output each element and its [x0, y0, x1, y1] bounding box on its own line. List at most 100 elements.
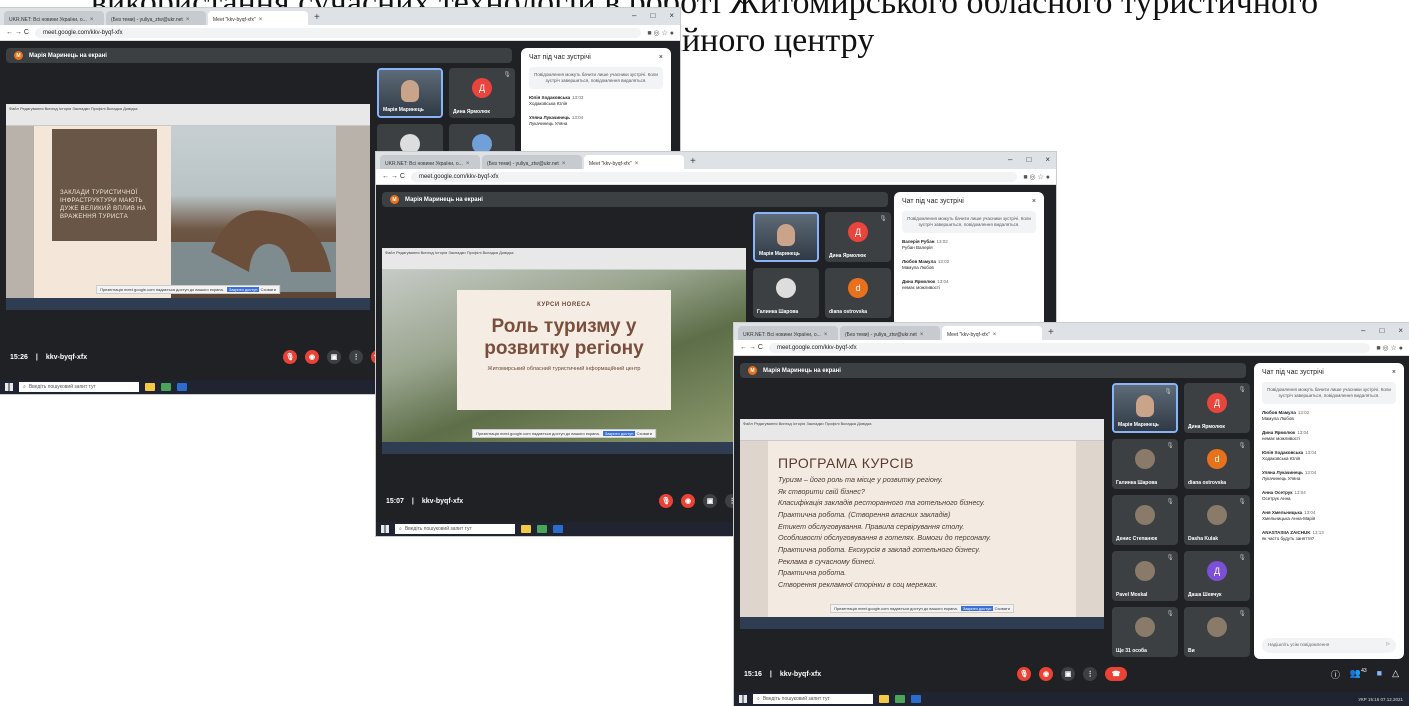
close-icon[interactable]: × — [993, 332, 997, 338]
taskbar-search[interactable]: ⌕ Введіть пошуковий запит тут — [19, 382, 139, 392]
participant-tile[interactable]: Марія Маринець — [377, 68, 443, 118]
hide-button[interactable]: Сховати — [637, 431, 652, 436]
participant-tile[interactable]: 🎙 Ще 31 особа — [1112, 607, 1178, 657]
tab-mail[interactable]: (Без теми) - yuliya_ztw@ukr.net × — [106, 11, 206, 25]
close-icon[interactable]: × — [635, 161, 639, 167]
close-icon[interactable]: × — [920, 332, 924, 338]
tab-mail[interactable]: (Без теми) - yuliya_ztw@ukr.net × — [840, 326, 940, 340]
url-field[interactable]: meet.google.com/kkv-byqf-xfx — [410, 171, 1018, 182]
close-icon[interactable]: × — [90, 17, 94, 23]
present-button[interactable]: ▣ — [703, 494, 718, 508]
camera-off-button[interactable]: ◉ — [1039, 667, 1054, 681]
close-icon[interactable]: × — [259, 17, 263, 23]
minimize-icon[interactable]: – — [1361, 326, 1365, 335]
participant-tile[interactable]: 🎙 Pavel Moskal — [1112, 551, 1178, 601]
stop-sharing-button[interactable]: Закрити доступ — [226, 287, 260, 292]
chrome-icon[interactable] — [895, 695, 905, 703]
camera-off-button[interactable]: ◉ — [681, 494, 696, 508]
mic-off-button[interactable]: 🎙 — [1017, 667, 1032, 681]
taskbar-search[interactable]: ⌕ Введіть пошуковий запит тут — [395, 524, 515, 534]
tab-ukrnet[interactable]: UKR.NET: Всі новини України, о... × — [4, 11, 104, 25]
extensions-icons[interactable]: ■ ◎ ☆ ● — [647, 29, 674, 37]
chrome-icon[interactable] — [537, 525, 547, 533]
windows-start-icon[interactable] — [739, 695, 747, 703]
minimize-icon[interactable]: – — [1008, 155, 1012, 164]
file-explorer-icon[interactable] — [879, 695, 889, 703]
present-button[interactable]: ▣ — [1061, 667, 1076, 681]
close-window-icon[interactable]: × — [669, 11, 674, 20]
nav-arrows-icon[interactable]: ← → C — [740, 344, 763, 351]
participant-name: Ви — [1188, 648, 1195, 654]
present-button[interactable]: ▣ — [327, 350, 342, 364]
close-icon[interactable]: × — [186, 17, 190, 23]
stop-sharing-button[interactable]: Закрити доступ — [960, 606, 994, 611]
taskbar-search-placeholder: Введіть пошуковий запит тут — [762, 696, 830, 702]
participant-tile[interactable]: Д 🎙 Даша Шевчук — [1184, 551, 1250, 601]
participant-tile[interactable]: Галинка Шарова — [753, 268, 819, 318]
participant-tile[interactable]: 🎙 Dasha Kulak — [1184, 495, 1250, 545]
tab-mail[interactable]: (Без теми) - yuliya_ztw@ukr.net × — [482, 155, 582, 169]
stop-sharing-button[interactable]: Закрити доступ — [602, 431, 636, 436]
extensions-icons[interactable]: ■ ◎ ☆ ● — [1023, 173, 1050, 181]
close-icon[interactable]: × — [466, 161, 470, 167]
people-icon[interactable]: 👥43 — [1350, 668, 1367, 681]
hide-button[interactable]: Сховати — [995, 606, 1010, 611]
tab-meet[interactable]: Meet "kkv-byqf-xfx" × — [942, 326, 1042, 340]
more-options-icon[interactable]: ⋮ — [349, 350, 364, 364]
more-options-icon[interactable]: ⋮ — [1083, 667, 1098, 681]
tab-meet[interactable]: Meet "kkv-byqf-xfx" × — [208, 11, 308, 25]
maximize-icon[interactable]: □ — [1379, 326, 1384, 335]
nav-arrows-icon[interactable]: ← → C — [6, 29, 29, 36]
word-icon[interactable] — [911, 695, 921, 703]
participant-tile[interactable]: Д 🎙 Дина Ярмолюк — [1184, 383, 1250, 433]
close-window-icon[interactable]: × — [1398, 326, 1403, 335]
tab-meet[interactable]: Meet "kkv-byqf-xfx" × — [584, 155, 684, 169]
participant-tile[interactable]: Марія Маринець — [753, 212, 819, 262]
close-window-icon[interactable]: × — [1045, 155, 1050, 164]
participant-tile[interactable]: 🎙 Ви — [1184, 607, 1250, 657]
word-icon[interactable] — [553, 525, 563, 533]
word-icon[interactable] — [177, 383, 187, 391]
file-explorer-icon[interactable] — [145, 383, 155, 391]
participant-tile[interactable]: d 🎙 diana ostrovska — [1184, 439, 1250, 489]
chat-input[interactable]: Надішліть усім повідомлення ▷ — [1262, 638, 1396, 653]
info-icon[interactable]: ⓘ — [1331, 668, 1340, 681]
maximize-icon[interactable]: □ — [650, 11, 655, 20]
close-icon[interactable]: × — [824, 332, 828, 338]
participant-tile[interactable]: 🎙 Денис Степанюк — [1112, 495, 1178, 545]
maximize-icon[interactable]: □ — [1026, 155, 1031, 164]
activities-icon[interactable]: △ — [1392, 668, 1399, 681]
hide-button[interactable]: Сховати — [261, 287, 276, 292]
new-tab-button[interactable]: + — [1044, 326, 1058, 340]
mic-off-button[interactable]: 🎙 — [283, 350, 298, 364]
participant-tile[interactable]: Д 🎙 Дина Ярмолюк — [449, 68, 515, 118]
tab-ukrnet[interactable]: UKR.NET: Всі новини України, о... × — [380, 155, 480, 169]
nav-arrows-icon[interactable]: ← → C — [382, 173, 405, 180]
close-icon[interactable]: × — [659, 54, 663, 61]
participant-tile[interactable]: 🎙 Марія Маринець — [1112, 383, 1178, 433]
close-icon[interactable]: × — [1032, 198, 1036, 205]
chat-icon[interactable]: ■ — [1377, 668, 1382, 681]
camera-off-button[interactable]: ◉ — [305, 350, 320, 364]
close-icon[interactable]: × — [1392, 369, 1396, 376]
close-icon[interactable]: × — [562, 161, 566, 167]
new-tab-button[interactable]: + — [686, 155, 700, 169]
extensions-icons[interactable]: ■ ◎ ☆ ● — [1376, 344, 1403, 352]
mic-off-button[interactable]: 🎙 — [659, 494, 674, 508]
send-icon[interactable]: ▷ — [1387, 641, 1390, 647]
taskbar-search[interactable]: ⌕ Введіть пошуковий запит тут — [753, 694, 873, 704]
chrome-icon[interactable] — [161, 383, 171, 391]
new-tab-button[interactable]: + — [310, 11, 324, 25]
hangup-button[interactable]: ☎ — [1105, 667, 1128, 681]
url-field[interactable]: meet.google.com/kkv-byqf-xfx — [34, 27, 642, 38]
file-explorer-icon[interactable] — [521, 525, 531, 533]
tab-ukrnet[interactable]: UKR.NET: Всі новини України, о... × — [738, 326, 838, 340]
participant-tile[interactable]: d diana ostrovska — [825, 268, 891, 318]
participant-tile[interactable]: 🎙 Галинка Шарова — [1112, 439, 1178, 489]
minimize-icon[interactable]: – — [632, 11, 636, 20]
url-field[interactable]: meet.google.com/kkv-byqf-xfx — [768, 342, 1371, 353]
chat-message: Любов Мамула 13:02 Мамула Любов — [902, 259, 1036, 272]
windows-start-icon[interactable] — [5, 383, 13, 391]
windows-start-icon[interactable] — [381, 525, 389, 533]
participant-tile[interactable]: Д 🎙 Дина Ярмолюк — [825, 212, 891, 262]
